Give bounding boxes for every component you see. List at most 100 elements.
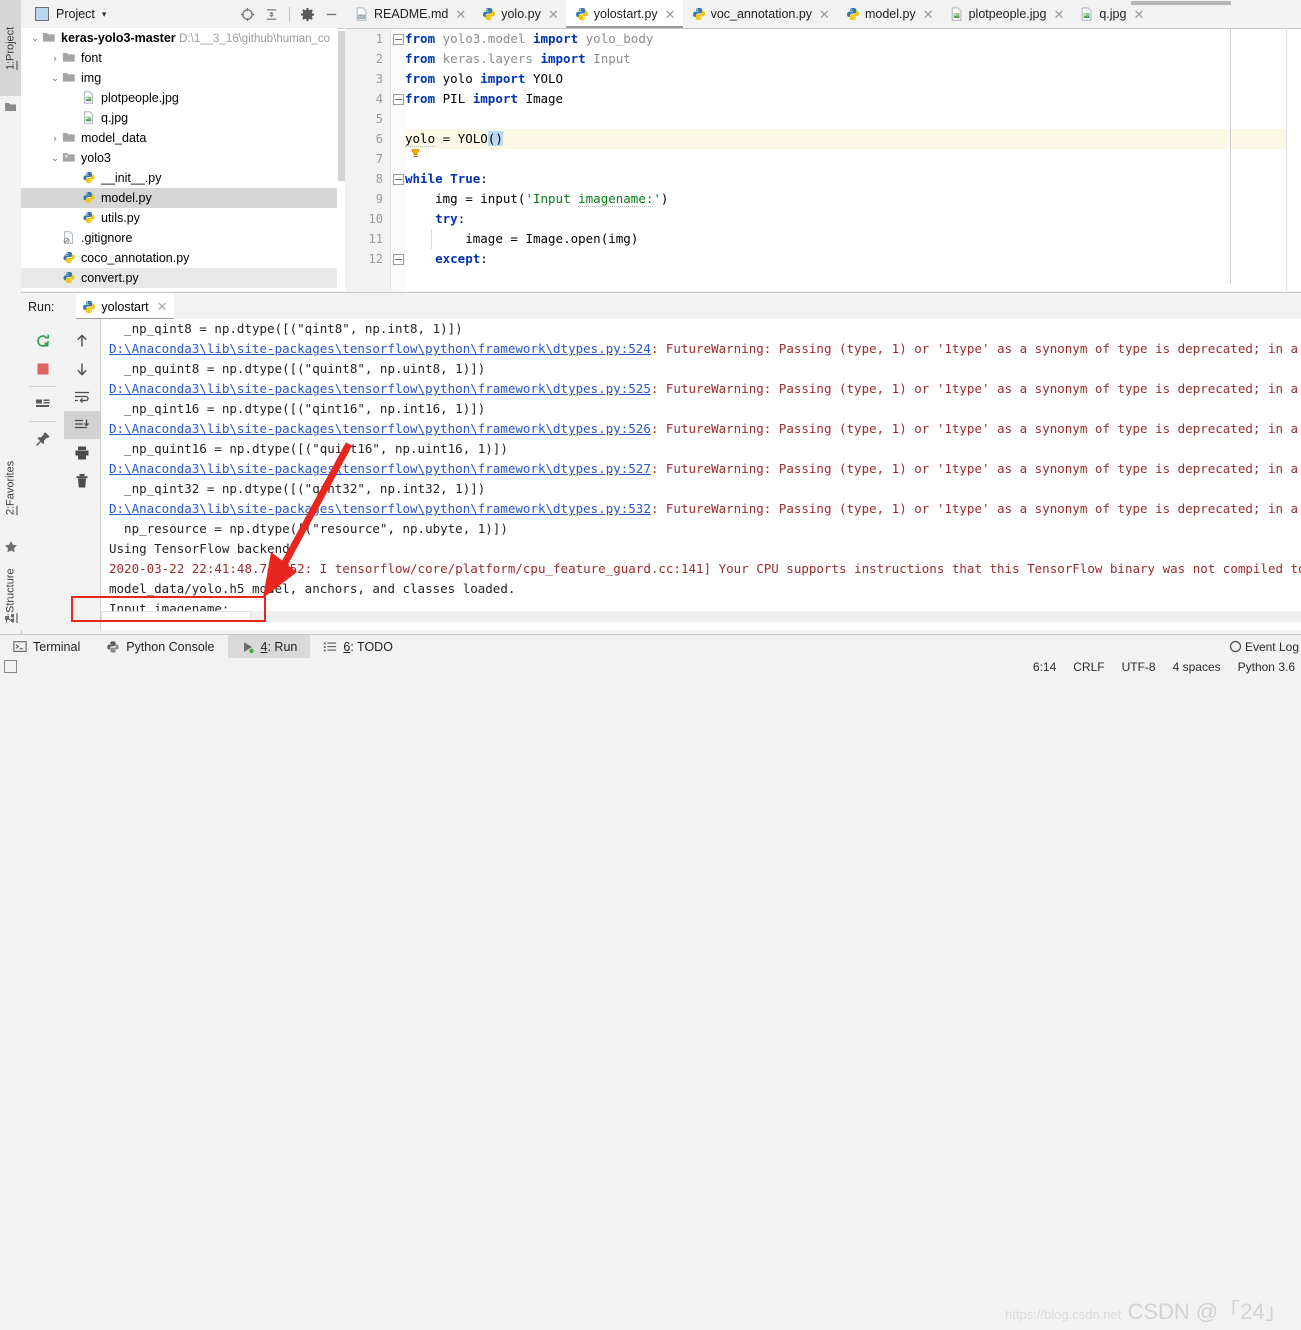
console-file-link[interactable]: D:\Anaconda3\lib\site-packages\tensorflo… bbox=[109, 501, 651, 516]
scrollbar-thumb[interactable] bbox=[338, 31, 345, 181]
code-line: from PIL import Image bbox=[405, 91, 564, 106]
clear-all-button[interactable] bbox=[64, 467, 100, 495]
fold-marker-icon[interactable] bbox=[393, 94, 404, 105]
console-horizontal-scrollbar[interactable] bbox=[101, 611, 1301, 622]
tree-node-label: font bbox=[81, 51, 102, 65]
event-log-icon bbox=[1229, 640, 1241, 653]
project-tree-scrollbar[interactable] bbox=[337, 29, 345, 291]
event-log-button[interactable]: Event Log bbox=[1229, 640, 1299, 654]
line-separator[interactable]: CRLF bbox=[1073, 660, 1104, 674]
close-icon[interactable]: ✕ bbox=[1053, 8, 1064, 21]
console-line: _np_qint16 = np.dtype([("qint16", np.int… bbox=[109, 401, 486, 416]
toggle-toolbar-icon[interactable] bbox=[4, 660, 17, 673]
caret-position[interactable]: 6:14 bbox=[1033, 660, 1056, 674]
image-file-icon bbox=[84, 91, 94, 104]
tree-node-keras-yolo3-master[interactable]: ⌄ keras-yolo3-master D:\1__3_16\github\hu… bbox=[21, 28, 337, 48]
toolbar-separator bbox=[29, 421, 56, 422]
fold-marker-icon[interactable] bbox=[393, 34, 404, 45]
next-occurrence-button[interactable] bbox=[64, 355, 100, 383]
collapse-all-icon[interactable] bbox=[264, 7, 279, 22]
console-file-link[interactable]: D:\Anaconda3\lib\site-packages\tensorflo… bbox=[109, 341, 651, 356]
close-icon[interactable]: ✕ bbox=[665, 8, 676, 21]
tree-node-coco-annotation-py[interactable]: coco_annotation.py bbox=[21, 248, 337, 268]
editor-tab-yolostart-py[interactable]: yolostart.py ✕ bbox=[565, 0, 683, 28]
bottom-bar-6-todo[interactable]: 6: TODO bbox=[310, 635, 406, 659]
python-file-icon bbox=[575, 8, 588, 20]
close-icon[interactable]: ✕ bbox=[819, 8, 830, 21]
tree-node-utils-py[interactable]: utils.py bbox=[21, 208, 337, 228]
tree-node-model-data[interactable]: › model_data bbox=[21, 128, 337, 148]
scroll-to-end-button[interactable] bbox=[64, 411, 100, 439]
project-folder-icon bbox=[5, 103, 16, 111]
editor-scrollbar[interactable] bbox=[1286, 29, 1301, 291]
stop-button[interactable] bbox=[21, 355, 64, 383]
editor-tab-plotpeople-jpg[interactable]: plotpeople.jpg ✕ bbox=[941, 0, 1072, 28]
bottom-tool-window-bar[interactable]: Terminal Python Console 4: Run 6: TODO bbox=[0, 634, 1301, 659]
file-encoding[interactable]: UTF-8 bbox=[1122, 660, 1156, 674]
project-tree[interactable]: ⌄ keras-yolo3-master D:\1__3_16\github\hu… bbox=[21, 28, 337, 291]
pin-tab-button[interactable] bbox=[21, 425, 64, 453]
rerun-button[interactable] bbox=[21, 327, 64, 355]
console-warning-line[interactable]: D:\Anaconda3\lib\site-packages\tensorflo… bbox=[101, 419, 1301, 439]
code-editor[interactable]: 1 2 3 4 5 6 7 8 9 10 11 12 from yolo3.model import … bbox=[346, 29, 1301, 291]
tree-node--gitignore[interactable]: .gitignore bbox=[21, 228, 337, 248]
close-icon[interactable]: ✕ bbox=[923, 8, 934, 21]
console-warning-line[interactable]: D:\Anaconda3\lib\site-packages\tensorflo… bbox=[101, 499, 1301, 519]
scrollbar-thumb[interactable] bbox=[1131, 1, 1231, 5]
project-header-actions bbox=[240, 0, 339, 28]
folder-icon bbox=[62, 73, 75, 82]
bottom-bar-python-console[interactable]: Python Console bbox=[93, 635, 227, 659]
console-file-link[interactable]: D:\Anaconda3\lib\site-packages\tensorflo… bbox=[109, 381, 651, 396]
code-lines[interactable]: from yolo3.model import yolo_body from k… bbox=[405, 29, 1301, 291]
tree-node-plotpeople-jpg[interactable]: plotpeople.jpg bbox=[21, 88, 337, 108]
console-view-button[interactable] bbox=[21, 390, 64, 418]
soft-wrap-button[interactable] bbox=[64, 383, 100, 411]
bottom-bar-4-run[interactable]: 4: Run bbox=[227, 635, 311, 659]
console-file-link[interactable]: D:\Anaconda3\lib\site-packages\tensorflo… bbox=[109, 461, 651, 476]
tree-node-yolo3[interactable]: ⌄ yolo3 bbox=[21, 148, 337, 168]
gitignore-file-icon bbox=[63, 231, 74, 244]
previous-occurrence-button[interactable] bbox=[64, 327, 100, 355]
tree-node--init-py[interactable]: __init__.py bbox=[21, 168, 337, 188]
disclosure-triangle-icon[interactable]: ⌄ bbox=[49, 148, 61, 168]
disclosure-triangle-icon[interactable]: ⌄ bbox=[29, 28, 41, 48]
console-warning-line[interactable]: D:\Anaconda3\lib\site-packages\tensorflo… bbox=[101, 339, 1301, 359]
locate-icon[interactable] bbox=[240, 7, 255, 22]
editor-tab-yolo-py[interactable]: yolo.py ✕ bbox=[473, 0, 566, 28]
editor-tab-voc-annotation-py[interactable]: voc_annotation.py ✕ bbox=[683, 0, 837, 28]
close-icon[interactable]: ✕ bbox=[548, 8, 559, 21]
disclosure-triangle-icon[interactable]: › bbox=[49, 48, 61, 68]
hide-icon[interactable] bbox=[324, 7, 339, 22]
fold-marker-icon[interactable] bbox=[393, 174, 404, 185]
chevron-down-icon[interactable]: ▾ bbox=[102, 9, 107, 20]
tool-button-favorites[interactable]: 2: Favorites bbox=[0, 440, 21, 536]
tree-node-q-jpg[interactable]: q.jpg bbox=[21, 108, 337, 128]
tree-node-img[interactable]: ⌄ img bbox=[21, 68, 337, 88]
editor-tab-label: model.py bbox=[864, 7, 916, 21]
disclosure-triangle-icon[interactable]: ⌄ bbox=[49, 68, 61, 88]
editor-top-scrollbar[interactable] bbox=[1131, 0, 1251, 6]
console-warning-line[interactable]: D:\Anaconda3\lib\site-packages\tensorflo… bbox=[101, 379, 1301, 399]
bottom-bar-terminal[interactable]: Terminal bbox=[0, 635, 93, 659]
console-warning-line[interactable]: D:\Anaconda3\lib\site-packages\tensorflo… bbox=[101, 459, 1301, 479]
indent-setting[interactable]: 4 spaces bbox=[1173, 660, 1221, 674]
editor-tab-readme-md[interactable]: MD README.md ✕ bbox=[346, 0, 473, 28]
disclosure-triangle-icon[interactable]: › bbox=[49, 128, 61, 148]
editor-tab-model-py[interactable]: model.py ✕ bbox=[837, 0, 941, 28]
close-icon[interactable]: ✕ bbox=[157, 299, 168, 315]
tree-node-font[interactable]: › font bbox=[21, 48, 337, 68]
tree-node-convert-py[interactable]: convert.py bbox=[21, 268, 337, 288]
close-icon[interactable]: ✕ bbox=[455, 8, 466, 21]
code-folding-column[interactable] bbox=[391, 29, 405, 291]
close-icon[interactable]: ✕ bbox=[1133, 8, 1144, 21]
settings-gear-icon[interactable] bbox=[300, 7, 315, 22]
run-configuration-tab[interactable]: yolostart ✕ bbox=[76, 293, 174, 320]
tree-node-model-py[interactable]: model.py bbox=[21, 188, 337, 208]
tool-button-project[interactable]: 1: Project bbox=[0, 0, 21, 96]
print-button[interactable] bbox=[64, 439, 100, 467]
python-interpreter[interactable]: Python 3.6 bbox=[1238, 660, 1295, 674]
fold-marker-icon[interactable] bbox=[393, 254, 404, 265]
run-console-output[interactable]: _np_qint8 = np.dtype([("qint8", np.int8,… bbox=[101, 319, 1301, 615]
editor-tab-label: voc_annotation.py bbox=[710, 7, 813, 21]
console-file-link[interactable]: D:\Anaconda3\lib\site-packages\tensorflo… bbox=[109, 421, 651, 436]
